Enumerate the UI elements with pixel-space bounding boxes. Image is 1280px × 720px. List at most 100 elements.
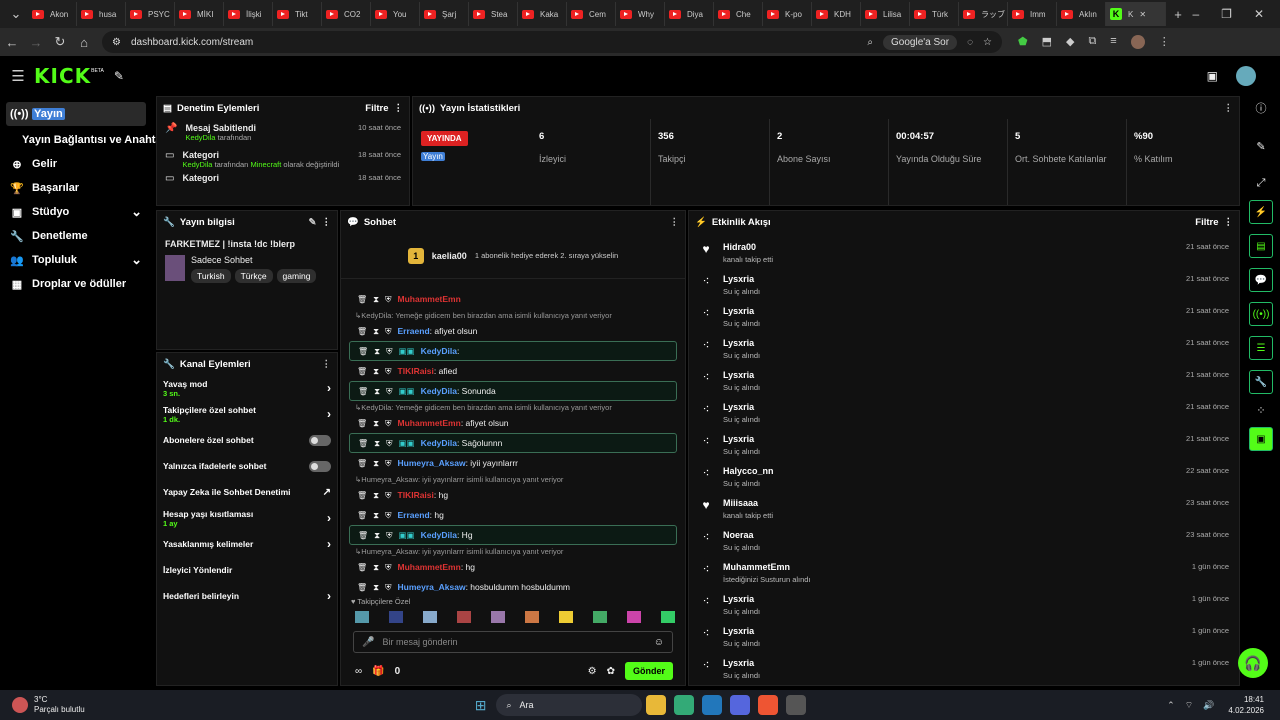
browser-tab[interactable]: ラッブ (959, 2, 1008, 26)
info-icon[interactable]: ⓘ (1256, 100, 1267, 116)
browser-tab[interactable]: Why (616, 2, 665, 26)
event-item[interactable]: ⁖ Lysxria Su iç alındı 21 saat önce (689, 367, 1239, 399)
chat-username[interactable]: Humeyra_Aksaw (398, 582, 466, 592)
timeout-icon[interactable]: ⧗ (373, 366, 379, 377)
timeout-icon[interactable]: ⧗ (374, 530, 380, 541)
timeout-icon[interactable]: ⧗ (373, 294, 379, 305)
emote[interactable] (559, 611, 573, 623)
media-icon[interactable]: ≡ (1110, 35, 1116, 49)
browser-tab[interactable]: Tikt (273, 2, 322, 26)
chevron-right-icon[interactable]: › (327, 511, 331, 525)
channel-action-item[interactable]: Yavaş mod 3 sn. › (157, 375, 337, 401)
sidebar-item-3[interactable]: ⊕ Gelir (0, 152, 152, 176)
support-button[interactable]: 🎧 (1238, 648, 1268, 678)
app-icon[interactable] (786, 695, 807, 715)
browser-tab[interactable]: MİKI (175, 2, 224, 26)
ban-icon[interactable]: ⛨ (385, 582, 391, 593)
event-item[interactable]: ⁖ Lysxria Su iç alındı 21 saat önce (689, 303, 1239, 335)
chat-username[interactable]: Erraend (398, 326, 430, 336)
ban-icon[interactable]: ⛨ (385, 510, 391, 521)
chevron-right-icon[interactable]: › (327, 537, 331, 551)
chat-username[interactable]: TIKIRaisi (398, 366, 434, 376)
wrench-widget-button[interactable]: 🔧 (1249, 370, 1273, 394)
event-user[interactable]: Lysxria (723, 626, 760, 636)
browser-tab[interactable]: You (371, 2, 420, 26)
chevron-right-icon[interactable]: › (327, 381, 331, 395)
event-user[interactable]: Lysxria (723, 658, 760, 668)
clock[interactable]: 18:41 4.02.2026 (1228, 694, 1264, 716)
shield-icon[interactable]: ⬟ (1018, 35, 1028, 49)
chevron-right-icon[interactable]: › (327, 407, 331, 421)
timeout-icon[interactable]: ⧗ (373, 510, 379, 521)
diamond-icon[interactable]: ◆ (1066, 35, 1074, 49)
emote[interactable] (491, 611, 505, 623)
edit-icon[interactable]: ✎ (309, 217, 317, 228)
ban-icon[interactable]: ⛨ (385, 326, 391, 337)
event-user[interactable]: Hidra00 (723, 242, 773, 252)
timeout-icon[interactable]: ⧗ (373, 418, 379, 429)
ban-icon[interactable]: ⛨ (385, 294, 391, 305)
event-item[interactable]: ⁖ MuhammetEmn İstediğinizi Susturun alındı… (689, 559, 1239, 591)
browser-tab[interactable]: Kaka (518, 2, 567, 26)
avatar[interactable] (1130, 35, 1145, 49)
chat-username[interactable]: KedyDila (421, 386, 457, 396)
emote[interactable] (593, 611, 607, 623)
event-item[interactable]: ⁖ Halycco_nn Su iç alındı 22 saat önce (689, 463, 1239, 495)
chat-input[interactable]: 🎤 Bir mesaj gönderin ☺ (353, 631, 673, 653)
filter-button[interactable]: Filtre (1195, 217, 1218, 228)
sidebar-item-1[interactable]: ((•)) Yayın (6, 102, 146, 126)
restore-icon[interactable]: ❐ (1221, 7, 1232, 21)
window-close-icon[interactable]: ✕ (1254, 7, 1264, 21)
gift-icon[interactable]: 🎁 (372, 666, 384, 677)
home-icon[interactable]: ⌂ (72, 35, 96, 50)
network-icon[interactable]: ⌔ (1185, 700, 1193, 711)
event-user[interactable]: Miiisaaa (723, 498, 773, 508)
chat-username[interactable]: MuhammetEmn (398, 562, 461, 572)
ban-icon[interactable]: ⛨ (385, 366, 391, 377)
chat-message[interactable]: 🗑 ⧗ ⛨ ▣▣ KedyDila: Sağolunnn (349, 433, 677, 453)
delete-icon[interactable]: 🗑 (357, 295, 367, 304)
sidebar-item-5[interactable]: ▣ Stüdyo ⌄ (0, 200, 152, 224)
ban-icon[interactable]: ⛨ (385, 418, 391, 429)
media-widget-button[interactable]: ▣ (1249, 427, 1273, 451)
chat-message[interactable]: 🗑 ⧗ ⛨ MuhammetEmn (341, 289, 685, 309)
channel-action-item[interactable]: Abonelere özel sohbet (157, 427, 337, 453)
ban-icon[interactable]: ⛨ (386, 346, 392, 357)
site-info-icon[interactable]: ⚙ (112, 37, 121, 48)
sidebar-item-6[interactable]: 🔧 Denetleme (0, 224, 152, 248)
chat-username[interactable]: TIKIRaisi (398, 490, 434, 500)
delete-icon[interactable]: 🗑 (357, 563, 367, 572)
browser-tab[interactable]: Imm (1008, 2, 1057, 26)
tab-active[interactable]: K K ✕ (1106, 2, 1166, 26)
points-icon[interactable]: ∞ (355, 666, 362, 677)
delete-icon[interactable]: 🗑 (357, 459, 367, 468)
event-item[interactable]: ⁖ Noeraa Su iç alındı 23 saat önce (689, 527, 1239, 559)
ban-icon[interactable]: ⛨ (385, 490, 391, 501)
event-item[interactable]: ⁖ Lysxria Su iç alındı 1 gün önce (689, 623, 1239, 655)
folder-icon[interactable] (646, 695, 667, 715)
google-ask-button[interactable]: Google'a Sor (883, 34, 958, 50)
dots-icon[interactable]: ⁘ (1256, 404, 1265, 417)
chat-message[interactable]: 🗑 ⧗ ⛨ ▣▣ KedyDila: Sonunda (349, 381, 677, 401)
timeout-icon[interactable]: ⧗ (374, 386, 380, 397)
external-link-icon[interactable]: ↗ (323, 487, 331, 498)
timeout-icon[interactable]: ⧗ (373, 562, 379, 573)
chat-message[interactable]: 🗑 ⧗ ⛨ ▣▣ KedyDila: (349, 341, 677, 361)
timeout-icon[interactable]: ⧗ (374, 438, 380, 449)
more-icon[interactable]: ⋮ (1224, 103, 1234, 114)
event-user[interactable]: Halycco_nn (723, 466, 774, 476)
chat-message[interactable]: 🗑 ⧗ ⛨ TIKIRaisi: hg (341, 485, 685, 505)
chat-message[interactable]: 🗑 ⧗ ⛨ MuhammetEmn: hg (341, 557, 685, 577)
sidebar-item-7[interactable]: 👥 Topluluk ⌄ (0, 248, 152, 272)
delete-icon[interactable]: 🗑 (357, 583, 367, 592)
puzzle-icon[interactable]: ⧉ (1088, 35, 1096, 49)
user-avatar[interactable] (1236, 66, 1256, 86)
badge-icon[interactable]: ✿ (607, 666, 615, 677)
event-item[interactable]: ⁖ Lysxria Su iç alındı 21 saat önce (689, 399, 1239, 431)
timeout-icon[interactable]: ⧗ (373, 458, 379, 469)
send-button[interactable]: Gönder (624, 662, 673, 680)
timeout-icon[interactable]: ⧗ (374, 346, 380, 357)
chat-username[interactable]: MuhammetEmn (398, 418, 461, 428)
browser-tab[interactable]: Stea (469, 2, 518, 26)
more-icon[interactable]: ⋮ (322, 217, 332, 228)
